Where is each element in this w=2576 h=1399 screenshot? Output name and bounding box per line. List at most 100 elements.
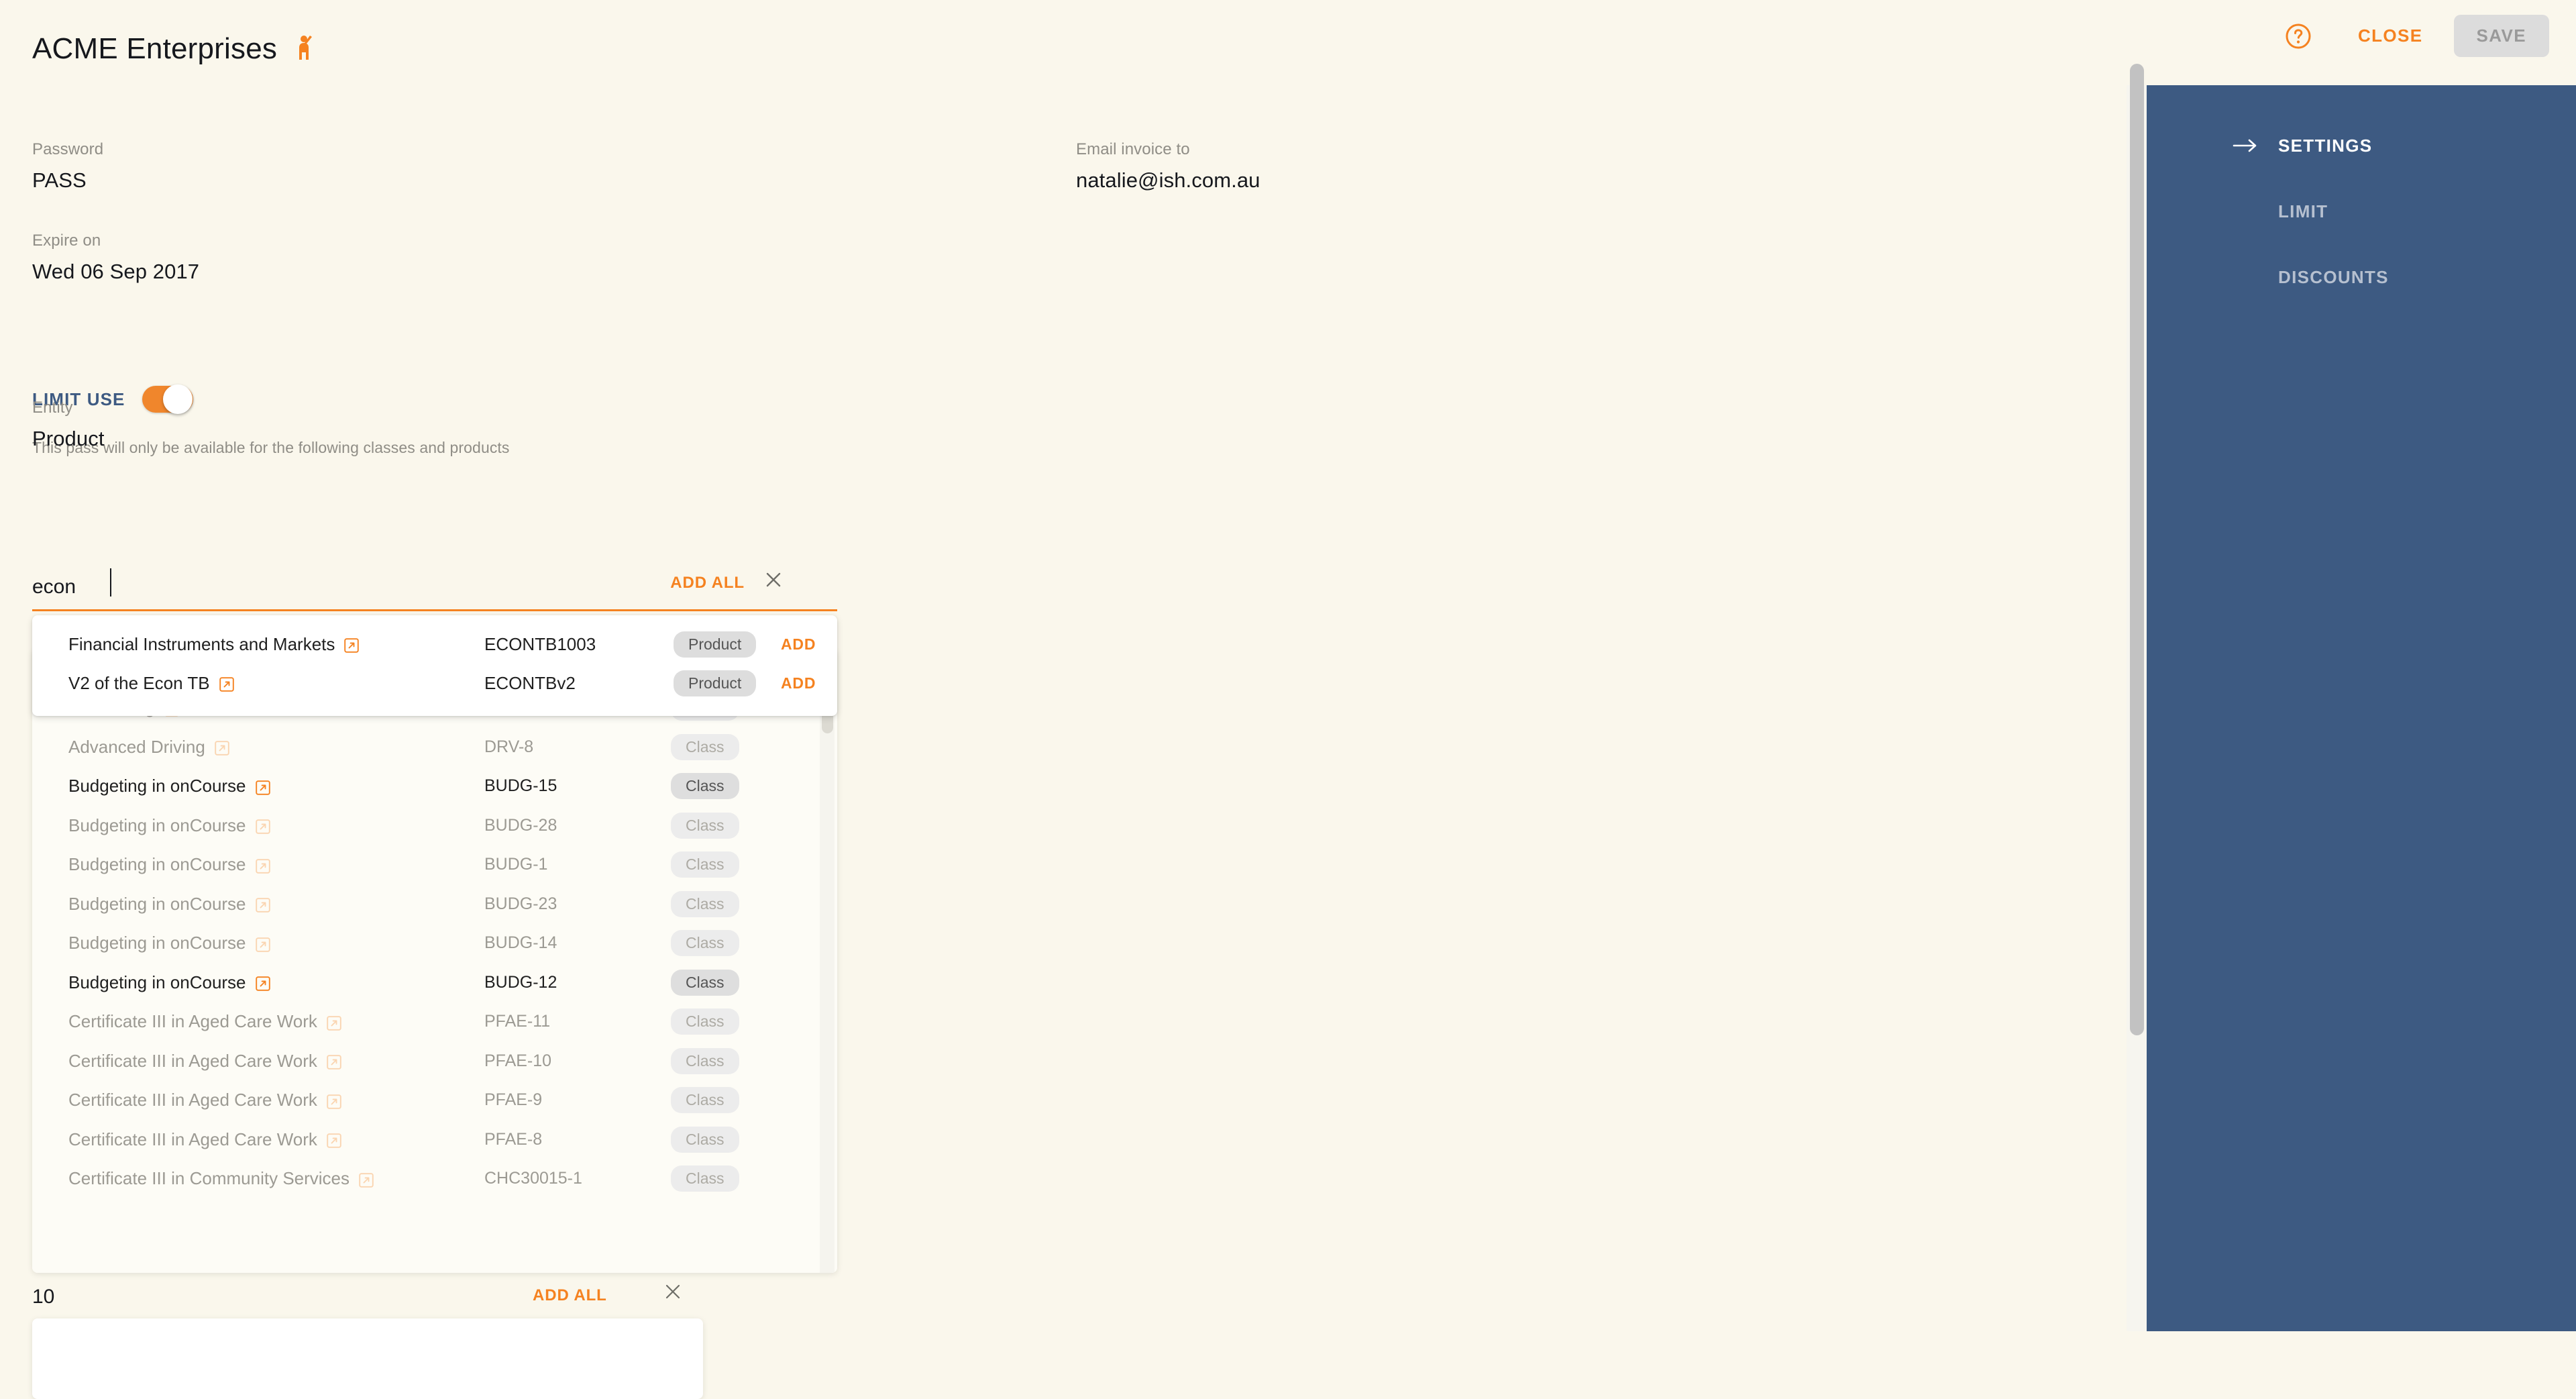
external-link-icon[interactable] (344, 637, 360, 653)
entity-row-code: PFAE-11 (484, 1012, 551, 1031)
entity-row-name-text: Budgeting in onCourse (68, 933, 246, 953)
entity-row-code: PFAE-8 (484, 1129, 543, 1149)
limit-use-toggle[interactable] (142, 384, 194, 414)
email-invoice-label: Email invoice to (1076, 140, 1190, 158)
email-invoice-value[interactable]: natalie@ish.com.au (1076, 168, 1260, 193)
external-link-icon[interactable] (255, 975, 270, 992)
type-badge: Class (671, 1087, 739, 1114)
entity-row-code: PFAE-10 (484, 1051, 552, 1070)
entity-row-name: Budgeting in onCourse (68, 854, 484, 875)
entity-row-code: DRV-8 (484, 737, 534, 756)
entity-list-row[interactable]: Budgeting in onCourse BUDG-12 Class (32, 963, 837, 1002)
entity-row-code: BUDG-14 (484, 933, 557, 953)
entity-list-row[interactable]: Certificate III in Aged Care Work PFAE-10… (32, 1041, 837, 1081)
entity-row-name-text: Budgeting in onCourse (68, 815, 246, 835)
external-link-icon[interactable] (255, 818, 270, 835)
entity-list-row[interactable]: Budgeting in onCourse BUDG-14 Class (32, 924, 837, 964)
external-link-icon[interactable] (327, 1053, 341, 1070)
type-badge: Class (671, 969, 739, 996)
type-badge: Class (671, 773, 739, 800)
entity-list-scrollbar[interactable] (820, 649, 835, 1273)
entity-row-name: Budgeting in onCourse (68, 972, 484, 993)
entity-row-name: Certificate III in Aged Care Work (68, 1090, 484, 1110)
entity-add-all-button[interactable]: ADD ALL (666, 571, 749, 595)
external-link-icon[interactable] (327, 1132, 341, 1149)
type-badge: Class (671, 812, 739, 839)
entity-list-row[interactable]: Advanced Driving DRV-8 Class (32, 727, 837, 767)
password-label: Password (32, 140, 104, 158)
entity-row-type: Class (671, 1126, 739, 1153)
type-badge: Class (671, 1126, 739, 1153)
search-result-type: Product (674, 631, 757, 658)
type-badge: Class (671, 851, 739, 878)
external-link-icon[interactable] (215, 739, 229, 756)
entity-list: Accountingact-act19ClassAccountingact-ac… (32, 649, 837, 1273)
search-result-row[interactable]: Financial Instruments and Markets ECONTB… (32, 625, 837, 664)
help-circle-icon[interactable] (2284, 22, 2312, 50)
search-result-add-button[interactable]: ADD (777, 633, 820, 656)
entity-search-underline (32, 609, 837, 611)
entity-list-row[interactable]: Certificate III in Aged Care Work PFAE-9 C… (32, 1081, 837, 1121)
entity-list-row[interactable]: Certificate III in Aged Care Work PFAE-8 C… (32, 1120, 837, 1159)
expire-on-value[interactable]: Wed 06 Sep 2017 (32, 260, 199, 284)
type-badge: Class (671, 1008, 739, 1035)
entity-search-clear-icon[interactable] (762, 568, 785, 591)
entity-search-input[interactable] (32, 570, 636, 605)
entity-list-row[interactable]: Budgeting in onCourse BUDG-23 Class (32, 884, 837, 924)
entity-row-code: BUDG-12 (484, 972, 557, 992)
arrow-right-icon (2233, 138, 2259, 154)
toggle-knob (163, 384, 193, 414)
entity-list-row[interactable]: Certificate III in Community Services CHC… (32, 1159, 837, 1199)
entity-row-name-text: Budgeting in onCourse (68, 776, 246, 796)
sidebar-item-settings[interactable]: SETTINGS (2147, 124, 2576, 167)
entity-row-name: Budgeting in onCourse (68, 933, 484, 953)
entity-row-type: Class (671, 930, 739, 957)
external-link-icon[interactable] (327, 1015, 341, 1031)
search-result-name-text: V2 of the Econ TB (68, 672, 210, 693)
page-scroll-thumb[interactable] (2130, 64, 2144, 1035)
search-result-add-button[interactable]: ADD (777, 672, 820, 695)
discount-add-all-button[interactable]: ADD ALL (529, 1284, 611, 1308)
external-link-icon[interactable] (359, 1172, 374, 1188)
external-link-icon[interactable] (255, 858, 270, 874)
entity-list-row[interactable]: Budgeting in onCourse BUDG-28 Class (32, 806, 837, 845)
external-link-icon[interactable] (255, 896, 270, 913)
search-result-row[interactable]: V2 of the Econ TB ECONTBv2 Product ADD (32, 664, 837, 703)
entity-row-name-text: Advanced Driving (68, 736, 205, 757)
entity-list-row[interactable]: Certificate III in Aged Care Work PFAE-11… (32, 1002, 837, 1042)
entity-row-name-text: Certificate III in Aged Care Work (68, 1050, 317, 1071)
entity-row-name-text: Budgeting in onCourse (68, 893, 246, 914)
entity-list-row[interactable]: Budgeting in onCourse BUDG-1 Class (32, 845, 837, 885)
entity-row-name-text: Certificate III in Aged Care Work (68, 1090, 317, 1110)
discount-search-input[interactable] (32, 1282, 435, 1312)
sidebar-item-limit[interactable]: LIMIT (2147, 190, 2576, 233)
external-link-icon[interactable] (327, 1093, 341, 1109)
password-value[interactable]: PASS (32, 168, 103, 193)
email-invoice-field: Email invoice to natalie@ish.com.au (1076, 140, 1260, 193)
save-button[interactable]: SAVE (2453, 15, 2549, 57)
sidebar-item-discounts[interactable]: DISCOUNTS (2147, 256, 2576, 299)
type-badge: Product (674, 631, 757, 658)
entity-row-type: Class (671, 1008, 739, 1035)
external-link-icon[interactable] (255, 779, 270, 795)
search-result-code: ECONTB1003 (484, 633, 596, 654)
page-scrollbar[interactable] (2127, 64, 2147, 1331)
entity-row-name-text: Certificate III in Aged Care Work (68, 1011, 317, 1032)
entity-list-row[interactable]: Budgeting in onCourse BUDG-15 Class (32, 767, 837, 807)
expire-on-field: Expire on Wed 06 Sep 2017 (32, 231, 199, 284)
external-link-icon[interactable] (219, 676, 234, 692)
type-badge: Class (671, 930, 739, 957)
close-button[interactable]: CLOSE (2345, 16, 2436, 56)
discount-search-clear-icon[interactable] (663, 1282, 683, 1302)
app-header: ACME Enterprises CLOSE SAVE (0, 0, 2576, 85)
external-link-icon[interactable] (255, 936, 270, 952)
type-badge: Class (671, 1047, 739, 1074)
entity-value[interactable]: Product (32, 427, 105, 451)
entity-row-code: BUDG-28 (484, 815, 557, 835)
password-field: Password PASS (32, 140, 103, 193)
search-result-name: V2 of the Econ TB (68, 673, 484, 694)
type-badge: Class (671, 1165, 739, 1192)
page-title: ACME Enterprises (32, 32, 315, 66)
entity-row-type: Class (671, 812, 739, 839)
right-sidebar: SETTINGS LIMIT DISCOUNTS (2147, 85, 2576, 1331)
